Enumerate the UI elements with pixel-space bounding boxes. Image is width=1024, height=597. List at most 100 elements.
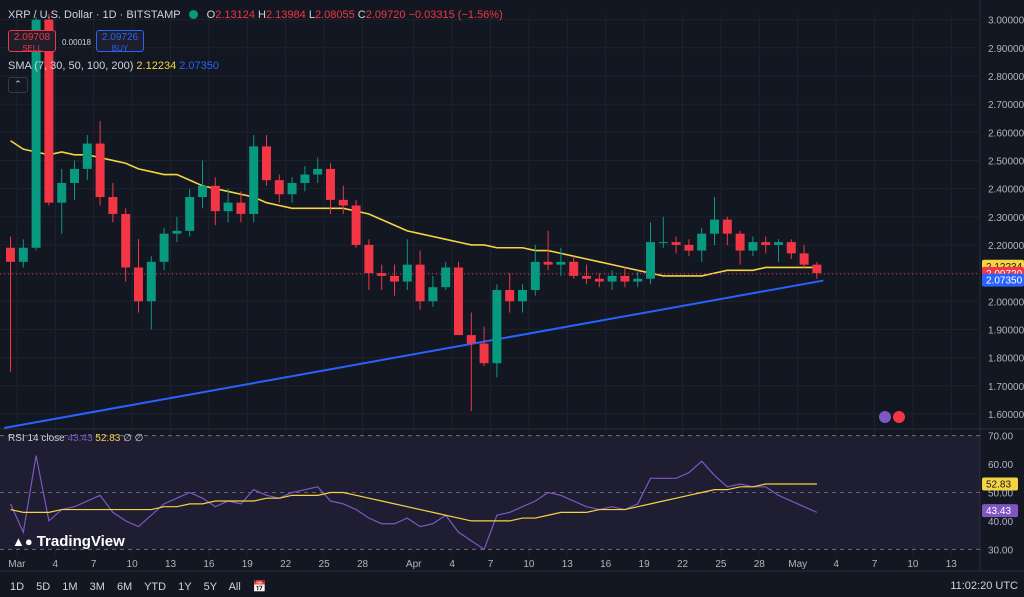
timeframe-button[interactable]: 1D — [10, 581, 24, 593]
candle — [735, 230, 745, 265]
candle — [6, 236, 15, 372]
candle — [582, 264, 591, 285]
candle — [466, 312, 476, 412]
sma-legend-label: SMA (7, 30, 50, 100, 200) — [8, 60, 134, 72]
x-tick-label: 4 — [53, 559, 59, 570]
candle-body — [594, 278, 604, 282]
candle — [454, 261, 463, 336]
timeframe-button[interactable]: 5D — [36, 581, 50, 593]
candle-body — [441, 267, 451, 288]
y-tick-label: 2.90000 — [988, 44, 1024, 55]
candle — [18, 239, 28, 268]
candle-body — [466, 335, 476, 344]
date-range-icon[interactable]: 📅 — [253, 581, 267, 593]
candle — [530, 244, 540, 296]
candle-body — [338, 199, 348, 206]
candle — [722, 216, 732, 245]
candle-body — [582, 275, 591, 279]
candle — [658, 216, 668, 248]
y-tick-label: 1.70000 — [988, 382, 1024, 393]
symbol-title[interactable]: XRP / U.S. Dollar · 1D · BITSTAMP — [8, 9, 181, 21]
candle-body — [172, 230, 182, 234]
x-tick-label: 10 — [523, 559, 535, 570]
candle-body — [390, 275, 399, 282]
y-tick-label: 2.80000 — [988, 72, 1024, 83]
candle — [646, 222, 655, 285]
timeframe-button[interactable]: All — [229, 581, 241, 593]
rsi-label-text: 52.83 — [986, 479, 1011, 490]
candle — [786, 239, 796, 260]
candle — [351, 199, 361, 248]
spread-value: 0.00018 — [62, 38, 91, 47]
x-tick-label: May — [788, 559, 807, 570]
x-tick-label: 13 — [165, 559, 177, 570]
candle-body — [710, 219, 719, 234]
low-value: 2.08055 — [314, 9, 355, 21]
y-tick-label: 1.90000 — [988, 325, 1024, 336]
price-chart[interactable]: 3.00000 2.90000 2.80000 2.70000 2.60000 2.500… — [0, 0, 1024, 597]
candle — [210, 177, 220, 226]
high-value: 2.13984 — [265, 9, 306, 21]
y-tick-label: 2.30000 — [988, 213, 1024, 224]
x-tick-label: 19 — [242, 559, 254, 570]
y-tick-label: 3.00000 — [988, 16, 1024, 27]
candle — [326, 163, 335, 214]
candle-body — [146, 261, 156, 302]
candle — [313, 157, 323, 183]
open-value: 2.13124 — [215, 9, 255, 21]
candle-body — [108, 197, 118, 214]
x-tick-label: 16 — [203, 559, 215, 570]
candle-body — [185, 197, 195, 231]
timeframe-button[interactable]: 6M — [117, 581, 132, 593]
rsi-y-tick-label: 40.00 — [988, 517, 1013, 528]
candle — [364, 239, 374, 290]
candle-body — [6, 247, 15, 262]
timeframe-button[interactable]: 3M — [90, 581, 105, 593]
rsi-value: 43.43 — [67, 433, 93, 444]
sma-legend[interactable]: SMA (7, 30, 50, 100, 200) 2.12234 2.0735… — [8, 60, 219, 72]
candle — [172, 216, 182, 243]
utc-clock[interactable]: 11:02:20 UTC — [950, 580, 1018, 592]
timeframe-button[interactable]: YTD — [144, 581, 166, 593]
candle — [377, 264, 387, 290]
candle-body — [761, 242, 771, 245]
candle-body — [70, 168, 79, 183]
timeframe-button[interactable]: 1Y — [178, 581, 191, 593]
x-tick-label: 7 — [872, 559, 878, 570]
buy-button[interactable]: 2.09726 BUY — [96, 30, 144, 53]
x-tick-label: 10 — [907, 559, 919, 570]
x-tick-label: 4 — [833, 559, 839, 570]
candle — [185, 188, 195, 237]
candle — [95, 121, 105, 206]
candle-body — [198, 185, 207, 198]
x-tick-label: 22 — [677, 559, 689, 570]
candle-body — [313, 168, 323, 175]
candle — [287, 177, 297, 203]
timeframe-button[interactable]: 5Y — [204, 581, 217, 593]
candle — [671, 236, 681, 254]
collapse-legend-button[interactable]: ⌃ — [8, 77, 28, 93]
candle-body — [249, 146, 259, 214]
candle — [518, 284, 527, 313]
rsi-y-tick-label: 30.00 — [988, 545, 1013, 556]
candle-body — [326, 168, 335, 200]
candle-body — [454, 267, 463, 336]
rsi-legend-label: RSI 14 close — [8, 433, 65, 444]
candle — [146, 256, 156, 330]
candle — [761, 236, 771, 254]
tradingview-logo-text: TradingView — [36, 533, 125, 550]
high-label: H — [258, 9, 266, 21]
close-label: C — [357, 9, 366, 21]
candle — [159, 228, 169, 271]
sell-button[interactable]: 2.09708 SELL — [8, 30, 56, 53]
candle-body — [812, 264, 822, 274]
rsi-legend[interactable]: RSI 14 close 43.43 52.83 ∅ ∅ — [8, 433, 143, 444]
candle-body — [671, 242, 681, 245]
timeframe-button[interactable]: 1M — [62, 581, 77, 593]
candle-body — [415, 264, 425, 302]
candle-body — [82, 143, 92, 169]
candle-body — [364, 244, 374, 274]
x-tick-label: 7 — [488, 559, 494, 570]
candle — [620, 267, 630, 288]
candle-body — [95, 143, 105, 198]
